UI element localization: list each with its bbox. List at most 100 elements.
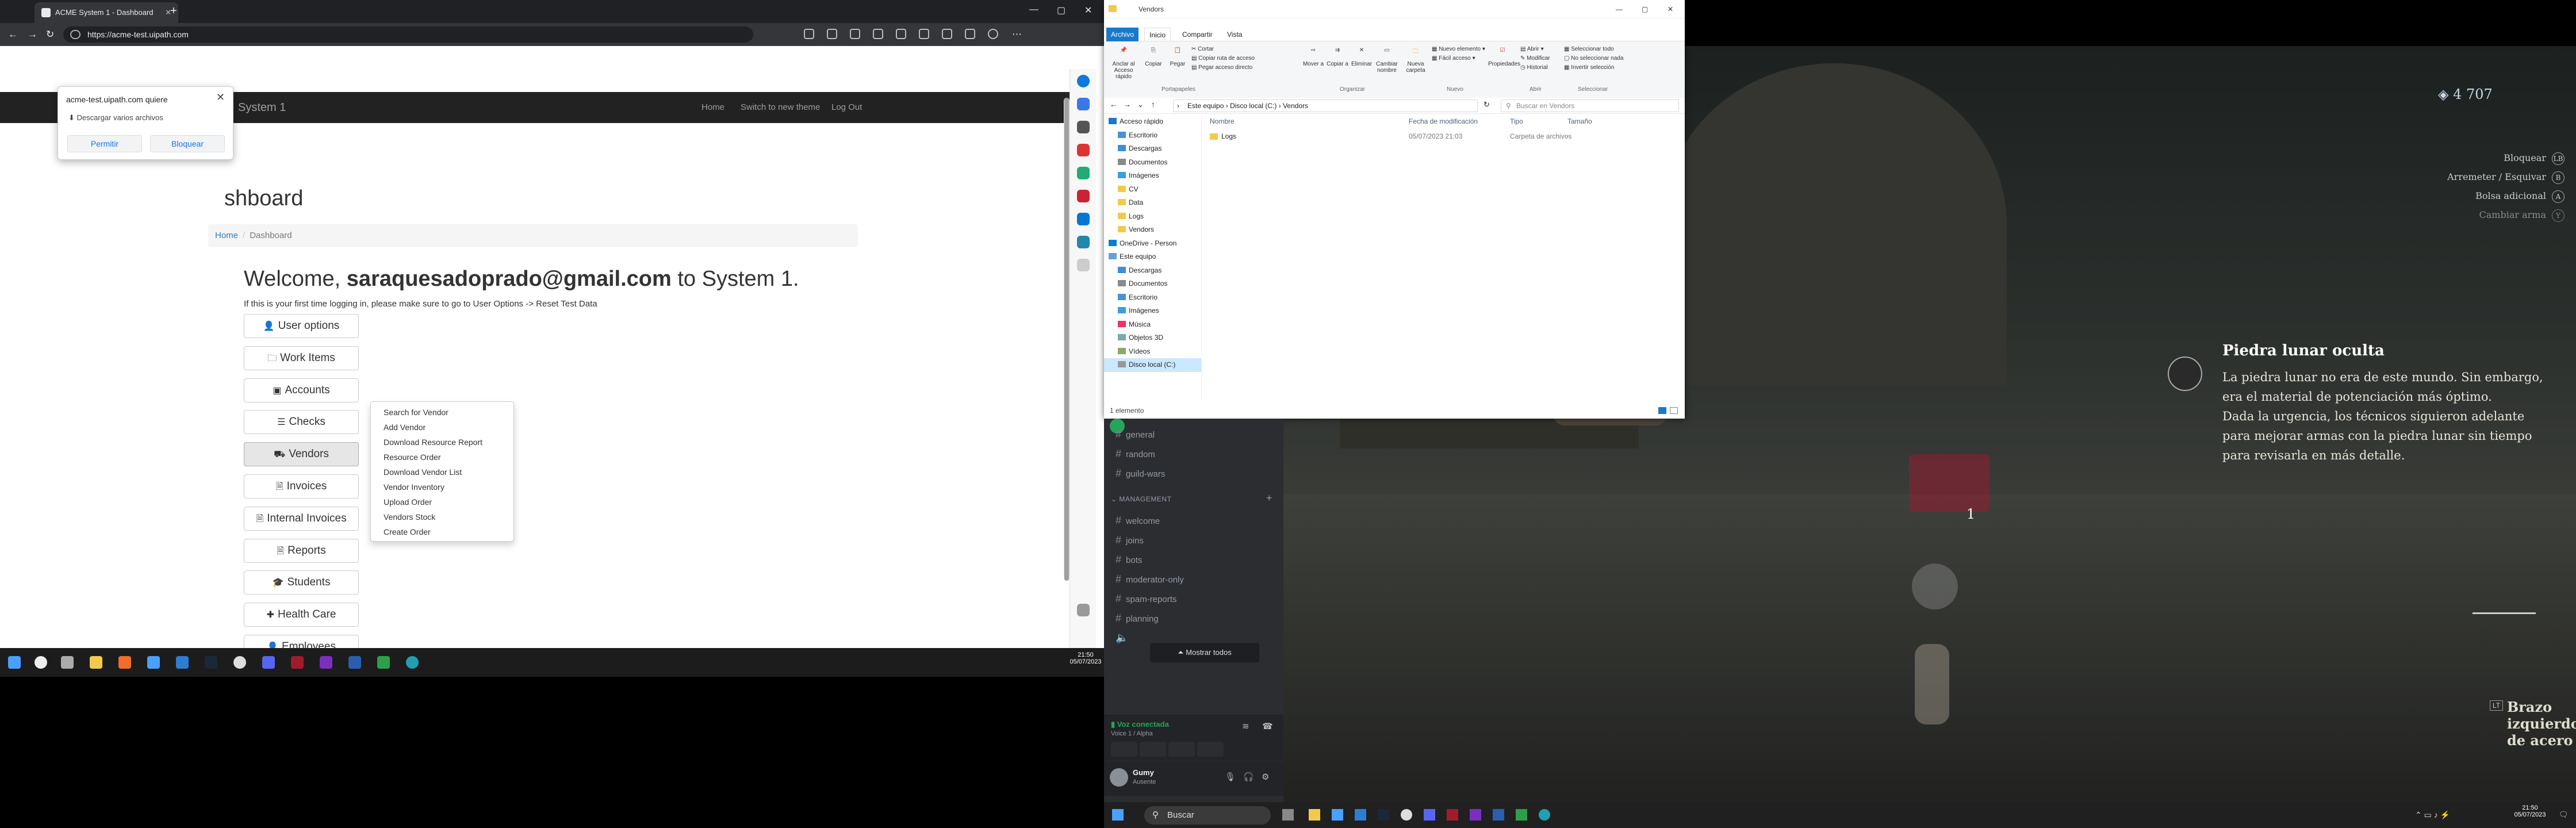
app-icon[interactable] <box>118 656 131 669</box>
reload-icon[interactable]: ↻ <box>46 29 54 40</box>
copilot-icon[interactable] <box>1077 75 1090 87</box>
outlook-icon[interactable] <box>1077 213 1090 225</box>
select-none-button[interactable]: ▢ No seleccionar nada <box>1564 55 1623 62</box>
copy-to-button[interactable]: ⇉ Copiar a <box>1326 47 1349 67</box>
nav-item-m-sica[interactable]: Música <box>1104 318 1201 332</box>
tray-icons[interactable]: ⌃ ▭ ♪ ⚡ <box>2415 810 2450 820</box>
menu-button-vendors[interactable]: ⛟ Vendors <box>244 442 359 467</box>
channel-moderator-only[interactable]: # moderator-only <box>1116 569 1184 589</box>
start-icon[interactable] <box>8 656 21 669</box>
block-button[interactable]: Bloquear <box>150 135 225 152</box>
discord-icon[interactable] <box>1424 809 1435 821</box>
details-view-icon[interactable] <box>1658 407 1666 414</box>
drop-icon[interactable] <box>1077 236 1090 248</box>
add-icon[interactable] <box>1077 259 1090 271</box>
app-icon[interactable] <box>147 656 160 669</box>
refresh-icon[interactable]: ↻ <box>1483 100 1490 109</box>
allow-button[interactable]: Permitir <box>67 135 142 152</box>
games-icon[interactable] <box>1077 167 1090 179</box>
category-management[interactable]: ⌄ MANAGEMENT <box>1111 495 1171 503</box>
noise-suppression-icon[interactable]: ≋ <box>1242 721 1249 731</box>
easy-access-button[interactable]: ▦ Fácil acceso ▾ <box>1432 55 1475 62</box>
nav-item-data[interactable]: Data <box>1104 196 1201 210</box>
up-icon[interactable]: ↑ <box>1151 100 1155 109</box>
sidebar-settings-icon[interactable] <box>1077 604 1090 616</box>
favorites-bar-icon[interactable] <box>919 29 929 39</box>
nav-item-este-equipo[interactable]: Este equipo <box>1104 250 1201 264</box>
site-info-icon[interactable] <box>70 30 80 39</box>
menu-button-employees[interactable]: 👤 Employees <box>244 635 359 648</box>
channel-bots[interactable]: # bots <box>1116 550 1142 569</box>
menu-vendors-stock[interactable]: Vendors Stock <box>371 509 513 524</box>
clock[interactable]: 21:50 05/07/2023 <box>2513 804 2547 818</box>
tab-archivo[interactable]: Archivo <box>1106 28 1139 41</box>
minimize-icon[interactable]: — <box>1029 5 1038 15</box>
gear-icon[interactable]: ⚙ <box>1262 772 1269 782</box>
tab-vista[interactable]: Vista <box>1222 28 1247 41</box>
edge-icon[interactable] <box>406 656 419 669</box>
steam-icon[interactable] <box>1378 809 1389 821</box>
menu-upload-order[interactable]: Upload Order <box>371 494 513 509</box>
forward-icon[interactable]: → <box>28 29 37 40</box>
select-all-button[interactable]: ▦ Seleccionar todo <box>1564 46 1614 52</box>
more-icon[interactable]: ⋯ <box>1012 29 1022 40</box>
favorite-icon[interactable] <box>850 29 860 39</box>
nav-item-vendors[interactable]: Vendors <box>1104 223 1201 237</box>
copy-button[interactable]: ⎘ Copiar <box>1142 47 1165 67</box>
channel-random[interactable]: # random <box>1116 444 1155 463</box>
translate-icon[interactable] <box>827 29 837 39</box>
cut-button[interactable]: ✂ Cortar <box>1191 46 1214 52</box>
edit-button[interactable]: ✎ Modificar <box>1520 55 1550 62</box>
path-breadcrumb[interactable]: › Este equipo › Disco local (C:) › Vendo… <box>1173 99 1478 112</box>
nav-item-objetos-3d[interactable]: Objetos 3D <box>1104 331 1201 345</box>
nav-item-logs[interactable]: Logs <box>1104 210 1201 224</box>
tools-icon[interactable] <box>1077 144 1090 156</box>
camera-button[interactable] <box>1111 742 1137 757</box>
nav-item-cv[interactable]: CV <box>1104 183 1201 197</box>
explorer-search-input[interactable]: ⚲ Buscar en Vendors <box>1501 99 1679 112</box>
app-icon[interactable] <box>320 656 332 669</box>
menu-add-vendor[interactable]: Add Vendor <box>371 420 513 435</box>
nav-item-escritorio[interactable]: Escritorio <box>1104 291 1201 305</box>
nav-item-v-deos[interactable]: Vídeos <box>1104 345 1201 359</box>
pin-button[interactable]: 📌 Anclar al Acceso rápido <box>1107 47 1140 80</box>
show-all-button[interactable]: ⏶ Mostrar todos <box>1150 643 1259 662</box>
col-type[interactable]: Tipo <box>1510 117 1523 125</box>
app-icon[interactable] <box>377 656 390 669</box>
nav-item-acceso-r-pido[interactable]: Acceso rápido <box>1104 115 1201 129</box>
channel-joins[interactable]: # joins <box>1116 530 1144 550</box>
file-explorer-icon[interactable] <box>90 656 102 669</box>
menu-download-vendor-list[interactable]: Download Vendor List <box>371 465 513 480</box>
extensions-icon[interactable] <box>873 29 883 39</box>
rename-button[interactable]: ▭ Cambiar nombre <box>1374 47 1400 74</box>
nav-item-escritorio[interactable]: Escritorio <box>1104 129 1201 143</box>
path-vendors[interactable]: Vendors <box>1283 102 1308 110</box>
new-item-button[interactable]: ▦ Nuevo elemento ▾ <box>1432 46 1485 52</box>
new-tab-icon[interactable]: + <box>170 5 177 18</box>
nav-item-im-genes[interactable]: Imágenes <box>1104 304 1201 318</box>
channel-planning[interactable]: # planning <box>1116 608 1159 628</box>
open-button[interactable]: ▤ Abrir ▾ <box>1520 46 1544 52</box>
menu-button-work-items[interactable]: 🗀 Work Items <box>244 346 359 370</box>
menu-button-checks[interactable]: ☰ Checks <box>244 410 359 435</box>
brand-title[interactable]: System 1 <box>238 92 286 123</box>
tab-inicio[interactable]: Inicio <box>1144 28 1171 41</box>
maximize-icon[interactable]: ▢ <box>1057 5 1065 16</box>
menu-download-resource-report[interactable]: Download Resource Report <box>371 435 513 450</box>
shopping-icon[interactable] <box>1077 98 1090 110</box>
delete-button[interactable]: ✕ Eliminar <box>1350 47 1373 67</box>
discord-icon[interactable] <box>262 656 275 669</box>
history-button[interactable]: ◷ Historial <box>1520 64 1548 71</box>
channel-welcome[interactable]: # welcome <box>1116 511 1160 530</box>
paste-button[interactable]: 📋 Pegar <box>1166 47 1189 67</box>
col-size[interactable]: Tamaño <box>1567 117 1592 125</box>
app-icon[interactable] <box>348 656 361 669</box>
tab-compartir[interactable]: Compartir <box>1178 28 1217 41</box>
menu-search-vendor[interactable]: Search for Vendor <box>371 405 513 420</box>
table-row[interactable]: Logs 05/07/2023 21:03 Carpeta de archivo… <box>1205 130 1682 144</box>
nav-item-descargas[interactable]: Descargas <box>1104 142 1201 156</box>
steam-icon[interactable] <box>205 656 217 669</box>
vscode-icon[interactable] <box>1355 809 1366 821</box>
menu-button-accounts[interactable]: ▣ Accounts <box>244 378 359 402</box>
search-icon[interactable] <box>34 656 47 669</box>
